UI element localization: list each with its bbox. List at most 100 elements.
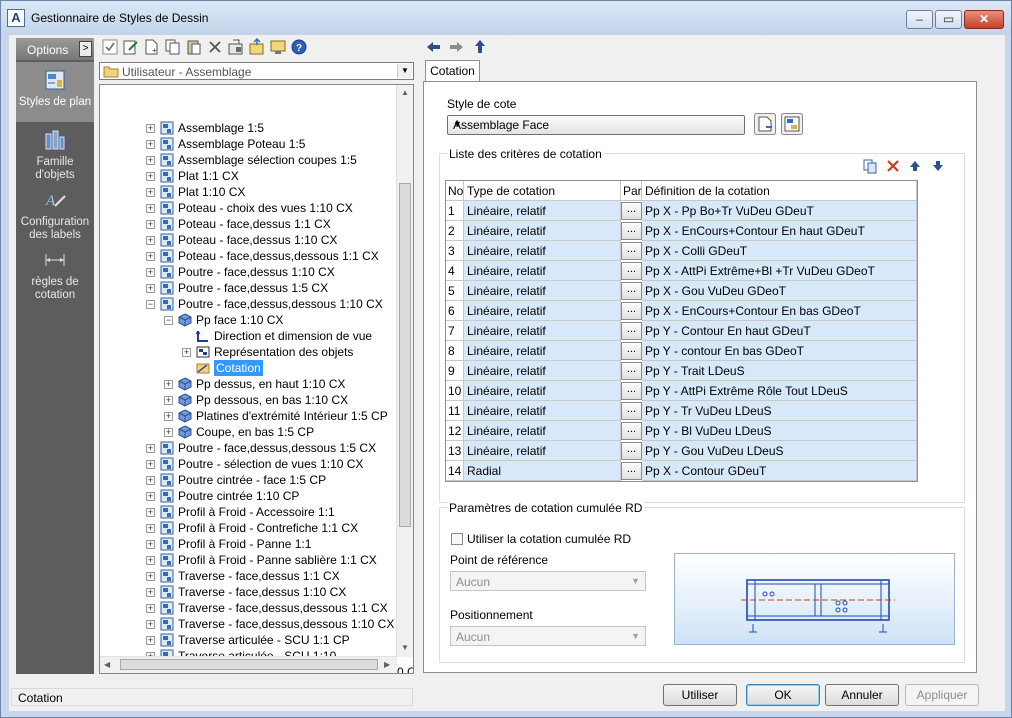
expand-icon[interactable]: + bbox=[146, 220, 155, 229]
dimension-type-cell[interactable]: Radial bbox=[464, 461, 621, 481]
dimension-definition-cell[interactable]: Pp Y - AttPi Extrême Rôle Tout LDeuS bbox=[642, 381, 917, 401]
expand-icon[interactable]: + bbox=[146, 268, 155, 277]
dimension-definition-cell[interactable]: Pp Y - contour En bas GDeoT bbox=[642, 341, 917, 361]
move-down-icon[interactable] bbox=[931, 159, 945, 173]
expand-icon[interactable]: + bbox=[146, 588, 155, 597]
expand-icon[interactable]: + bbox=[146, 124, 155, 133]
dimension-type-cell[interactable]: Linéaire, relatif bbox=[464, 421, 621, 441]
vertical-scroll-thumb[interactable] bbox=[399, 183, 411, 527]
dimension-type-cell[interactable]: Linéaire, relatif bbox=[464, 401, 621, 421]
expand-icon[interactable]: + bbox=[146, 620, 155, 629]
ok-button[interactable]: OK bbox=[746, 684, 820, 706]
expand-icon[interactable]: + bbox=[164, 380, 173, 389]
parameters-button[interactable]: ... bbox=[621, 222, 642, 240]
table-row[interactable]: 11 Linéaire, relatif... Pp Y - Tr VuDeu LD… bbox=[446, 401, 917, 421]
reference-point-select[interactable]: Aucun ▼ bbox=[450, 571, 646, 591]
dimension-definition-cell[interactable]: Pp X - EnCours+Contour En haut GDeuT bbox=[642, 221, 917, 241]
expand-icon[interactable]: + bbox=[146, 284, 155, 293]
dimension-type-cell[interactable]: Linéaire, relatif bbox=[464, 221, 621, 241]
parameters-button[interactable]: ... bbox=[621, 442, 642, 460]
column-header-par[interactable]: Par bbox=[621, 181, 642, 201]
cancel-button[interactable]: Annuler bbox=[825, 684, 899, 706]
table-row[interactable]: 14 Radial... Pp X - Contour GDeuT bbox=[446, 461, 917, 481]
dimension-definition-cell[interactable]: Pp X - Contour GDeuT bbox=[642, 461, 917, 481]
minimize-button[interactable]: – bbox=[906, 10, 933, 29]
dimension-definition-cell[interactable]: Pp X - AttPi Extrême+Bl +Tr VuDeu GDeoT bbox=[642, 261, 917, 281]
expand-icon[interactable]: + bbox=[146, 508, 155, 517]
tree-root-select[interactable]: Utilisateur - Assemblage ▼ bbox=[99, 62, 414, 80]
collapse-icon[interactable]: − bbox=[164, 316, 173, 325]
dimension-definition-cell[interactable]: Pp Y - Gou VuDeu LDeuS bbox=[642, 441, 917, 461]
dimension-style-select[interactable]: Assemblage Face ▼ bbox=[447, 115, 745, 135]
expand-icon[interactable]: + bbox=[146, 540, 155, 549]
option-configuration-labels[interactable]: A Configuration des labels bbox=[16, 188, 94, 243]
paste-icon[interactable] bbox=[185, 38, 203, 56]
column-header-no[interactable]: No bbox=[446, 181, 464, 201]
maximize-button[interactable]: ▭ bbox=[935, 10, 962, 29]
duplicate-icon[interactable] bbox=[862, 158, 878, 174]
parameters-button[interactable]: ... bbox=[621, 302, 642, 320]
expand-icon[interactable]: + bbox=[146, 604, 155, 613]
title-bar[interactable]: A Gestionnaire de Styles de Dessin – ▭ ✕ bbox=[1, 1, 1011, 35]
option-styles-de-plan[interactable]: Styles de plan bbox=[16, 62, 94, 122]
expand-icon[interactable]: + bbox=[146, 572, 155, 581]
edit-icon[interactable] bbox=[122, 38, 140, 56]
column-header-type[interactable]: Type de cotation bbox=[464, 181, 621, 201]
dimension-type-cell[interactable]: Linéaire, relatif bbox=[464, 281, 621, 301]
parameters-button[interactable]: ... bbox=[621, 322, 642, 340]
expand-icon[interactable]: + bbox=[146, 156, 155, 165]
parameters-button[interactable]: ... bbox=[621, 462, 642, 480]
expand-icon[interactable]: + bbox=[164, 412, 173, 421]
parameters-button[interactable]: ... bbox=[621, 422, 642, 440]
move-up-icon[interactable] bbox=[908, 159, 922, 173]
expand-icon[interactable]: + bbox=[146, 188, 155, 197]
import-icon[interactable] bbox=[227, 38, 245, 56]
dimension-definition-cell[interactable]: Pp Y - Tr VuDeu LDeuS bbox=[642, 401, 917, 421]
tab-cotation[interactable]: Cotation bbox=[425, 60, 480, 82]
expand-icon[interactable]: + bbox=[146, 444, 155, 453]
use-button[interactable]: Utiliser bbox=[663, 684, 737, 706]
table-row[interactable]: 6 Linéaire, relatif... Pp X - EnCours+Cont… bbox=[446, 301, 917, 321]
expand-icon[interactable]: + bbox=[146, 236, 155, 245]
table-row[interactable]: 2 Linéaire, relatif... Pp X - EnCours+Cont… bbox=[446, 221, 917, 241]
scroll-down-icon[interactable]: ▼ bbox=[401, 643, 409, 652]
dimension-definition-cell[interactable]: Pp Y - Contour En haut GDeuT bbox=[642, 321, 917, 341]
parameters-button[interactable]: ... bbox=[621, 282, 642, 300]
delete-icon[interactable] bbox=[206, 38, 224, 56]
parameters-button[interactable]: ... bbox=[621, 362, 642, 380]
cumul-checkbox[interactable] bbox=[451, 533, 463, 545]
table-row[interactable]: 3 Linéaire, relatif... Pp X - Colli GDeuT bbox=[446, 241, 917, 261]
expand-icon[interactable]: + bbox=[146, 140, 155, 149]
dimension-type-cell[interactable]: Linéaire, relatif bbox=[464, 381, 621, 401]
dimension-definition-cell[interactable]: Pp X - Gou VuDeu GDeoT bbox=[642, 281, 917, 301]
tree-vertical-scrollbar[interactable]: ▲ ▼ bbox=[396, 85, 413, 657]
up-arrow-icon[interactable] bbox=[471, 38, 489, 56]
table-row[interactable]: 9 Linéaire, relatif... Pp Y - Trait LDeuS bbox=[446, 361, 917, 381]
expand-icon[interactable]: + bbox=[146, 556, 155, 565]
remove-icon[interactable] bbox=[885, 158, 901, 174]
expand-icon[interactable]: + bbox=[146, 460, 155, 469]
table-row[interactable]: 13 Linéaire, relatif... Pp Y - Gou VuDeu L… bbox=[446, 441, 917, 461]
dimension-definition-cell[interactable]: Pp X - EnCours+Contour En bas GDeoT bbox=[642, 301, 917, 321]
dimension-type-cell[interactable]: Linéaire, relatif bbox=[464, 261, 621, 281]
option-famille-objets[interactable]: Famille d'objets bbox=[16, 128, 94, 183]
collapse-icon[interactable]: − bbox=[146, 300, 155, 309]
dimension-type-cell[interactable]: Linéaire, relatif bbox=[464, 361, 621, 381]
forward-arrow-icon[interactable] bbox=[447, 38, 465, 56]
expand-icon[interactable]: + bbox=[146, 252, 155, 261]
help-icon[interactable]: ? bbox=[290, 38, 308, 56]
dimension-type-cell[interactable]: Linéaire, relatif bbox=[464, 301, 621, 321]
options-toggle-button[interactable]: > bbox=[79, 41, 92, 57]
apply-button[interactable]: Appliquer bbox=[905, 684, 979, 706]
table-row[interactable]: 4 Linéaire, relatif... Pp X - AttPi Extrêm… bbox=[446, 261, 917, 281]
edit-style-icon[interactable] bbox=[781, 113, 803, 135]
scroll-right-icon[interactable]: ▶ bbox=[384, 660, 390, 669]
table-row[interactable]: 1 Linéaire, relatif... Pp X - Pp Bo+Tr VuD… bbox=[446, 201, 917, 221]
expand-icon[interactable]: + bbox=[146, 476, 155, 485]
copy-icon[interactable] bbox=[164, 38, 182, 56]
expand-icon[interactable]: + bbox=[146, 524, 155, 533]
dimension-type-cell[interactable]: Linéaire, relatif bbox=[464, 441, 621, 461]
check-icon[interactable] bbox=[101, 38, 119, 56]
expand-icon[interactable]: + bbox=[164, 396, 173, 405]
horizontal-scroll-thumb[interactable] bbox=[120, 659, 378, 670]
